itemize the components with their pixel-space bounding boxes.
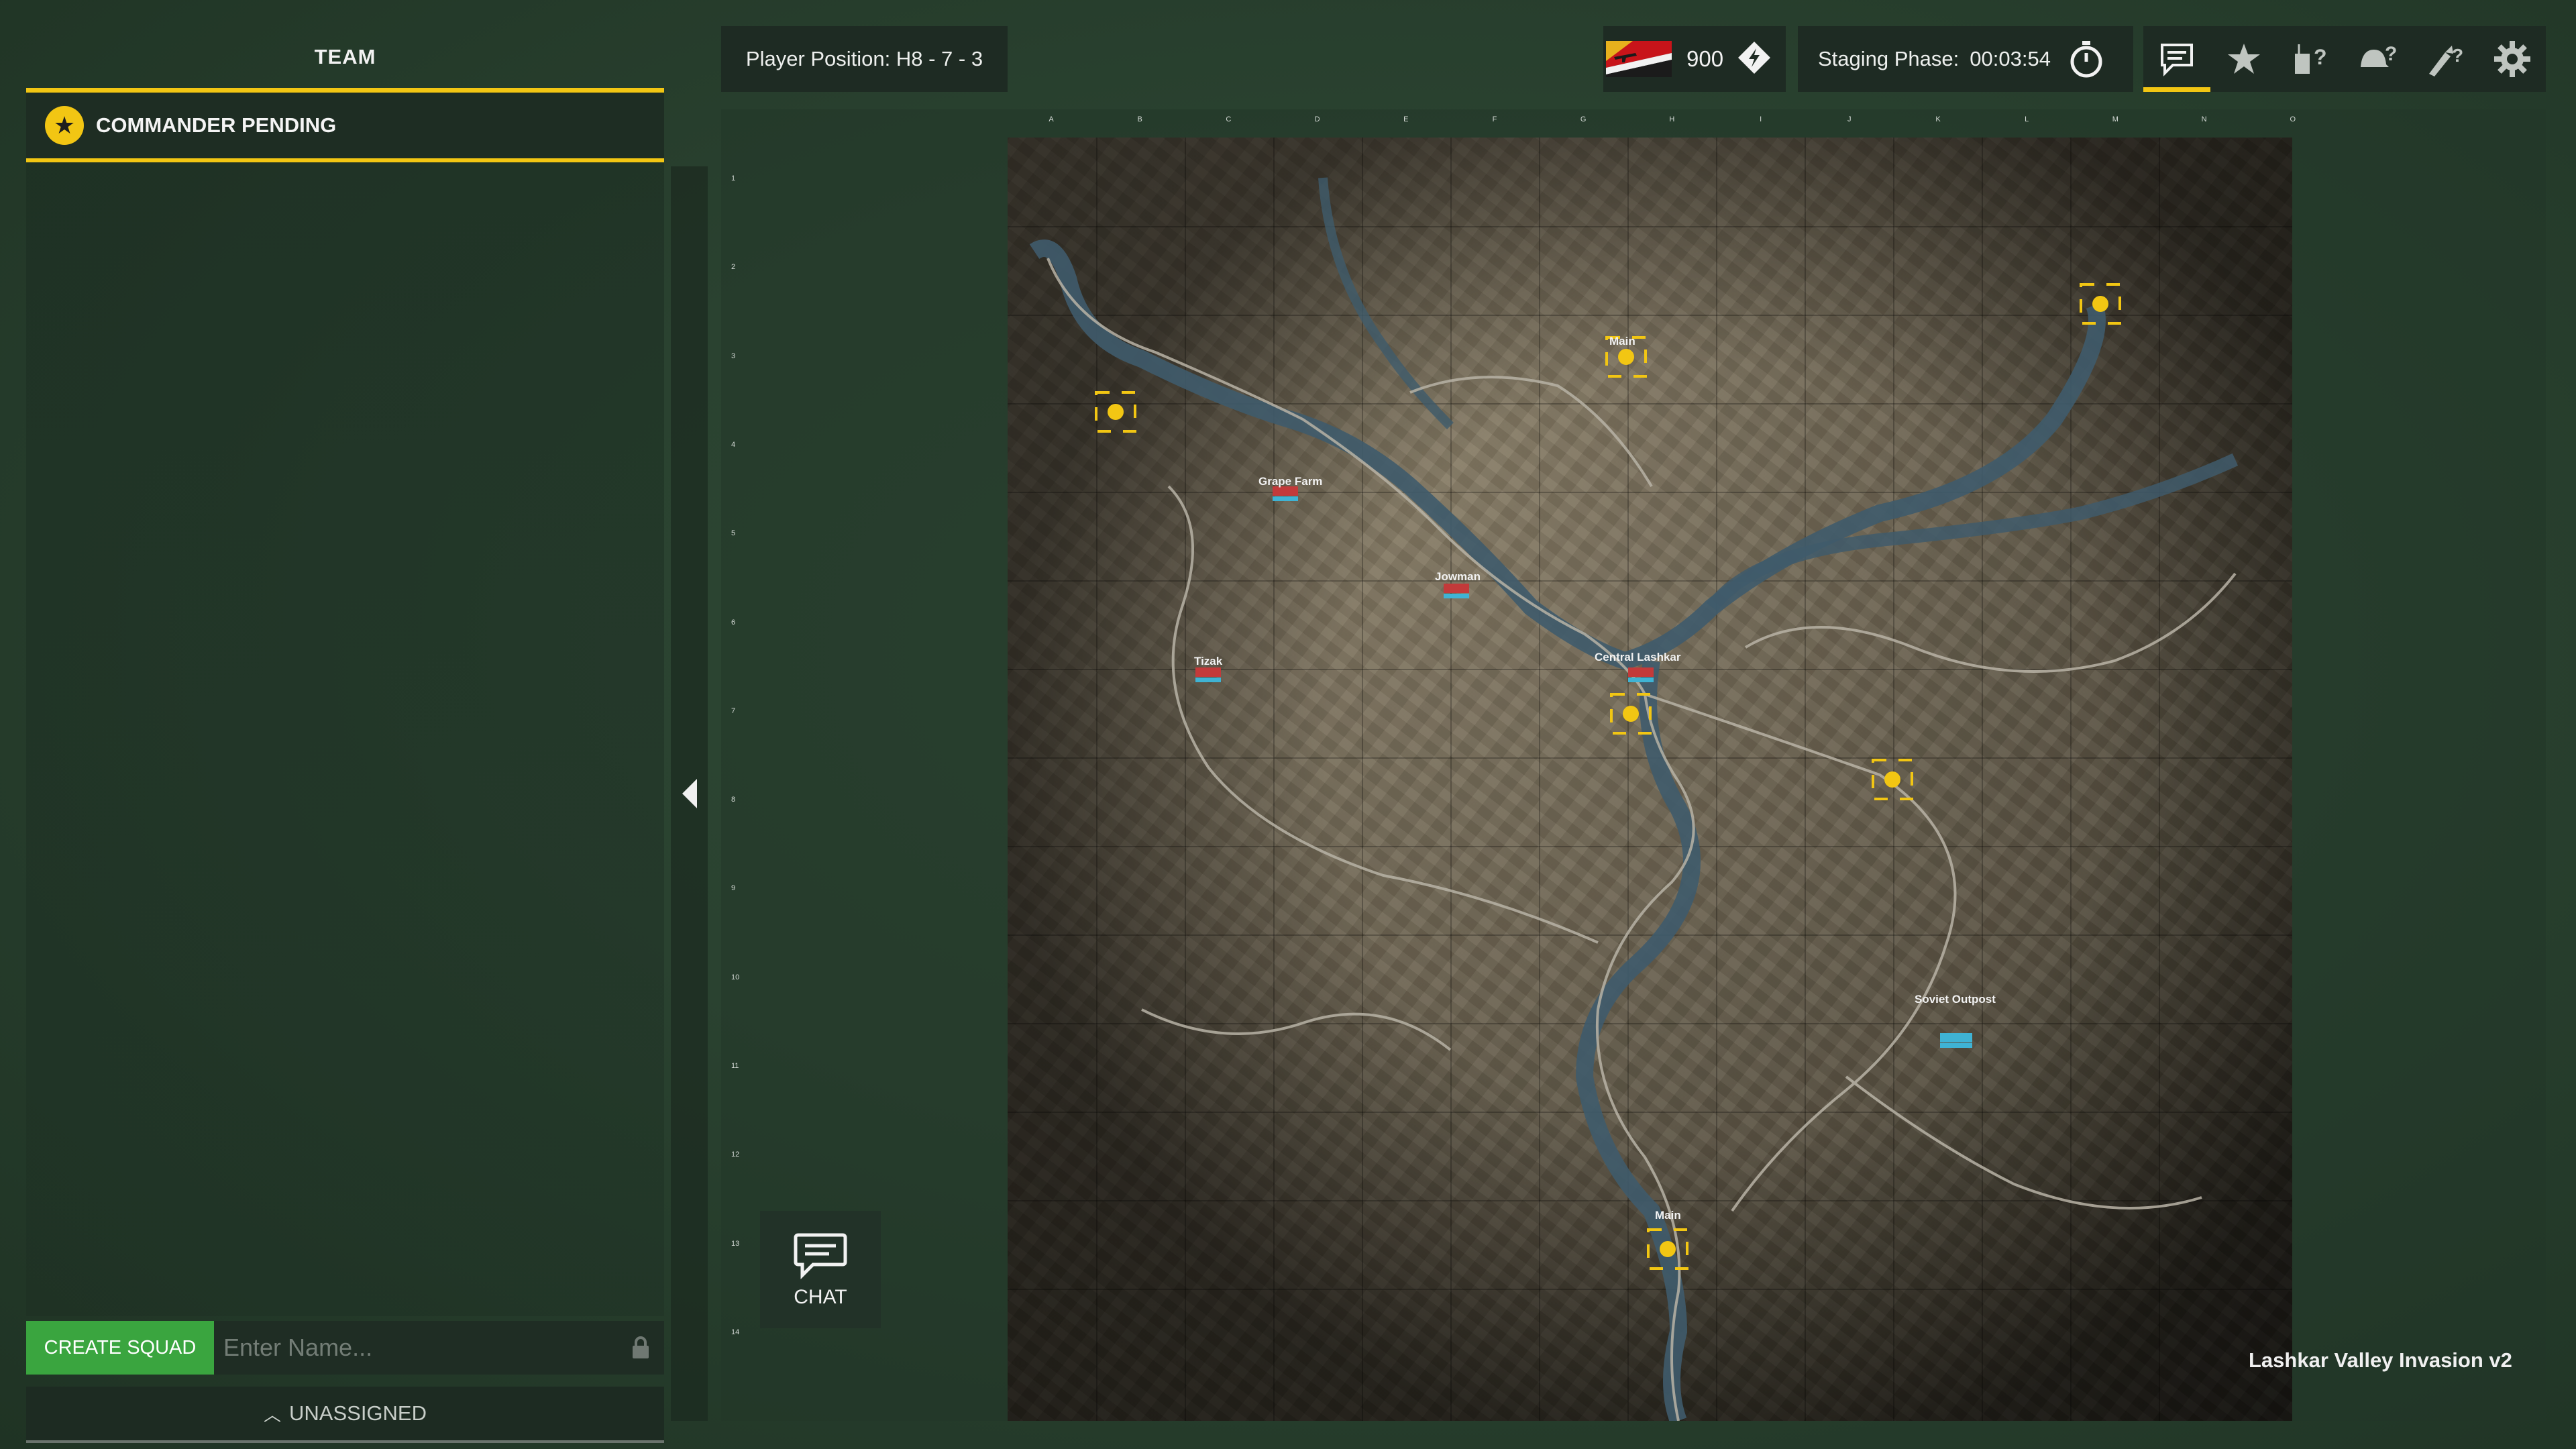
star-icon: ★ [45, 106, 84, 145]
rocket-request-button[interactable]: ? [2412, 26, 2479, 92]
ticket-icon [1735, 39, 1773, 80]
svg-text:?: ? [2314, 45, 2327, 69]
map-label-tizak: Tizak [1194, 655, 1223, 667]
grid-column-label: L [2025, 115, 2029, 123]
grid-column-label: I [1760, 115, 1762, 123]
create-squad-row: CREATE SQUAD [26, 1321, 664, 1375]
helmet-request-icon: ? [2361, 43, 2397, 67]
team-panel: TEAM ★ COMMANDER PENDING CREATE SQUAD ︿ … [26, 26, 664, 1443]
grid-column-label: A [1049, 115, 1054, 123]
grid-row-label: 10 [731, 973, 740, 981]
map-name-label: Lashkar Valley Invasion v2 [2249, 1348, 2512, 1372]
grid-row-label: 14 [731, 1328, 740, 1336]
unassigned-underline [26, 1440, 664, 1443]
toolbar: ? ? ? [2143, 26, 2546, 92]
grid-row-label: 5 [731, 529, 736, 538]
grid-row-label: 8 [731, 796, 736, 804]
chat-button[interactable]: CHAT [760, 1211, 881, 1328]
grid-column-label: D [1314, 115, 1320, 123]
grid-row-label: 4 [731, 440, 736, 449]
radio-request-icon: ? [2295, 44, 2327, 74]
grid-column-label: C [1226, 115, 1232, 123]
chat-bubble-icon [794, 1233, 847, 1279]
rocket-request-icon: ? [2429, 45, 2463, 76]
grid-row-label: 11 [731, 1062, 739, 1070]
grid-column-label: J [1847, 115, 1851, 123]
star-icon [2228, 44, 2260, 74]
grid-column-label: O [2290, 115, 2296, 123]
grid-row-label: 12 [731, 1150, 740, 1159]
squad-list [26, 162, 664, 1316]
tickets-box: 900 [1603, 26, 1786, 92]
settings-button[interactable] [2479, 26, 2546, 92]
svg-text:?: ? [2452, 45, 2463, 66]
grid-row-label: 2 [731, 263, 736, 272]
grid-column-label: B [1137, 115, 1142, 123]
phase-label: Staging Phase: [1818, 47, 1960, 70]
create-squad-button[interactable]: CREATE SQUAD [26, 1321, 214, 1375]
svg-text:?: ? [2385, 43, 2397, 65]
phase-timer: 00:03:54 [1970, 47, 2051, 70]
map-label-main-north: Main [1609, 335, 1635, 347]
squad-name-input[interactable] [214, 1321, 616, 1375]
player-position: Player Position: H8 - 7 - 3 [721, 26, 1008, 92]
chat-label: CHAT [794, 1285, 847, 1308]
grid-row-label: 7 [731, 706, 736, 715]
faction-flag-icon [1606, 41, 1672, 77]
commander-label: COMMANDER PENDING [96, 113, 337, 137]
grid-column-label: F [1492, 115, 1497, 123]
map-label-soviet-outpost: Soviet Outpost [1915, 993, 1996, 1006]
grid-column-label: E [1403, 115, 1409, 123]
tickets-value: 900 [1686, 46, 1724, 71]
chevron-left-icon [682, 779, 697, 808]
team-title-underline [26, 88, 664, 93]
grid-column-label: N [2201, 115, 2207, 123]
grid-row-label: 6 [731, 618, 736, 627]
grid-row-label: 9 [731, 884, 736, 893]
grid-row-label: 13 [731, 1239, 740, 1248]
map-label-jowman: Jowman [1435, 570, 1481, 583]
radio-request-button[interactable]: ? [2277, 26, 2345, 92]
lock-icon[interactable] [616, 1321, 664, 1375]
grid-column-label: H [1669, 115, 1675, 123]
tactical-map[interactable]: Main Grape Farm Jowman Tizak Central Las… [1008, 138, 2292, 1421]
favorites-button[interactable] [2210, 26, 2277, 92]
team-title: TEAM [314, 45, 376, 68]
map-label-central-lashkar: Central Lashkar [1595, 651, 1681, 663]
grid-column-label: G [1580, 115, 1587, 123]
grid-column-label: M [2112, 115, 2118, 123]
grid-row-label: 1 [731, 174, 736, 182]
collapse-panel-button[interactable] [671, 166, 708, 1421]
helmet-request-button[interactable]: ? [2345, 26, 2412, 92]
chevron-up-icon: ︿ [264, 1404, 282, 1425]
gear-icon [2494, 41, 2530, 77]
map-label-grape-farm: Grape Farm [1258, 475, 1322, 488]
map-label-main-south: Main [1655, 1209, 1681, 1222]
grid-row-label: 3 [731, 352, 736, 360]
unassigned-label: UNASSIGNED [289, 1401, 427, 1425]
unassigned-toggle[interactable]: ︿ UNASSIGNED [26, 1387, 664, 1440]
commander-row[interactable]: ★ COMMANDER PENDING [26, 93, 664, 158]
chat-toggle-button[interactable] [2143, 26, 2210, 92]
grid-column-label: K [1935, 115, 1941, 123]
stopwatch-icon [2068, 40, 2104, 78]
phase-box: Staging Phase: 00:03:54 [1798, 26, 2133, 92]
chat-bubble-icon [2161, 44, 2193, 76]
